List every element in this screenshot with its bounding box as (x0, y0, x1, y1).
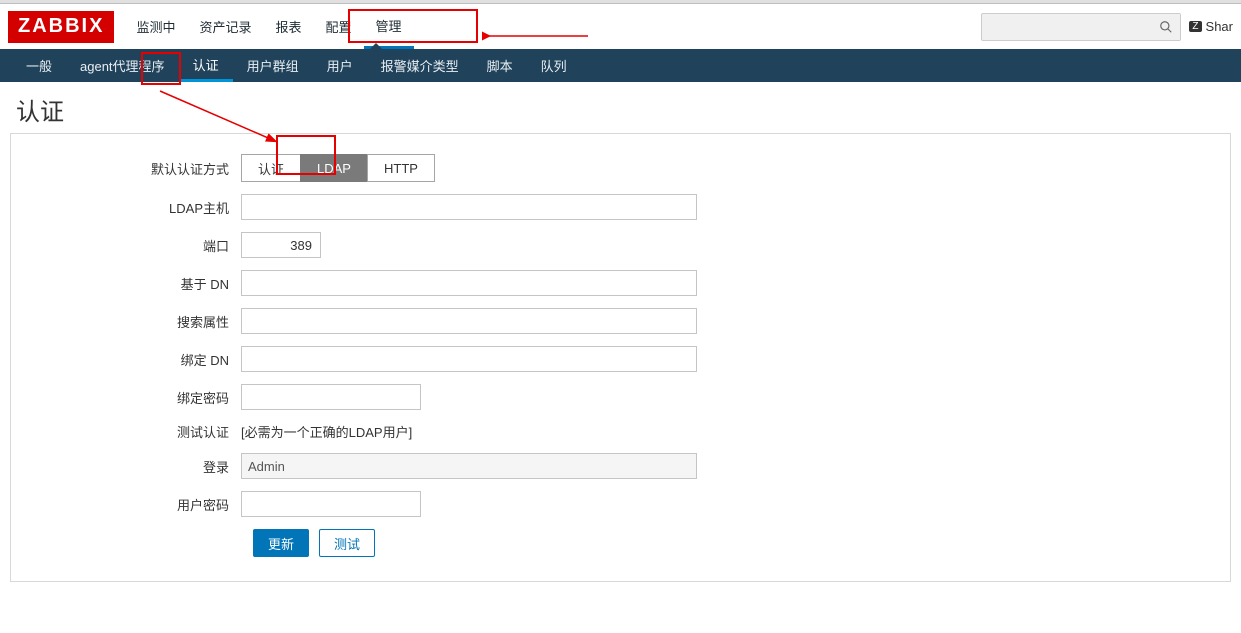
top-header: ZABBIX 监测中 资产记录 报表 配置 管理 Z Shar (0, 4, 1241, 49)
sub-nav: 一般 agent代理程序 认证 用户群组 用户 报警媒介类型 脚本 队列 (0, 49, 1241, 82)
subnav-queue[interactable]: 队列 (527, 49, 581, 82)
label-bind-dn: 绑定 DN (31, 350, 241, 369)
input-ldap-host[interactable] (241, 194, 697, 220)
auth-method-segmented: 认证 LDAP HTTP (241, 154, 435, 182)
input-base-dn[interactable] (241, 270, 697, 296)
test-button[interactable]: 测试 (319, 529, 375, 557)
auth-form-panel: 默认认证方式 认证 LDAP HTTP LDAP主机 端口 基于 DN 搜索属性… (10, 133, 1231, 582)
label-port: 端口 (31, 236, 241, 255)
seg-ldap[interactable]: LDAP (300, 154, 368, 182)
label-login: 登录 (31, 457, 241, 476)
input-bind-dn[interactable] (241, 346, 697, 372)
label-ldap-host: LDAP主机 (31, 198, 241, 217)
search-input[interactable] (982, 15, 1152, 38)
input-login (241, 453, 697, 479)
subnav-auth[interactable]: 认证 (179, 49, 233, 82)
z-badge-icon: Z (1189, 21, 1201, 32)
top-menu-inventory[interactable]: 资产记录 (187, 4, 263, 49)
share-link[interactable]: Z Shar (1189, 19, 1233, 34)
subnav-mediatypes[interactable]: 报警媒介类型 (367, 49, 473, 82)
search-icon (1159, 20, 1173, 34)
subnav-users[interactable]: 用户 (313, 49, 367, 82)
top-menu-reports[interactable]: 报表 (263, 4, 313, 49)
subnav-proxies[interactable]: agent代理程序 (66, 49, 179, 82)
page-title: 认证 (0, 82, 1241, 133)
seg-http[interactable]: HTTP (367, 154, 435, 182)
brand-logo[interactable]: ZABBIX (8, 11, 114, 43)
label-default-auth: 默认认证方式 (31, 159, 241, 178)
subnav-scripts[interactable]: 脚本 (473, 49, 527, 82)
test-auth-note: [必需为一个正确的LDAP用户] (241, 422, 412, 441)
input-search-attr[interactable] (241, 308, 697, 334)
label-user-pw: 用户密码 (31, 495, 241, 514)
update-button[interactable]: 更新 (253, 529, 309, 557)
input-bind-pw[interactable] (241, 384, 421, 410)
label-base-dn: 基于 DN (31, 274, 241, 293)
label-test-auth: 测试认证 (31, 422, 241, 441)
top-menu-config[interactable]: 配置 (314, 4, 364, 49)
subnav-general[interactable]: 一般 (12, 49, 66, 82)
search-button[interactable] (1152, 14, 1180, 40)
top-menu-monitoring[interactable]: 监测中 (124, 4, 187, 49)
input-user-pw[interactable] (241, 491, 421, 517)
share-label: Shar (1206, 19, 1233, 34)
seg-internal[interactable]: 认证 (241, 154, 301, 182)
label-bind-pw: 绑定密码 (31, 388, 241, 407)
label-search-attr: 搜索属性 (31, 312, 241, 331)
search-wrap (981, 13, 1181, 41)
subnav-usergroups[interactable]: 用户群组 (233, 49, 313, 82)
input-port[interactable] (241, 232, 321, 258)
